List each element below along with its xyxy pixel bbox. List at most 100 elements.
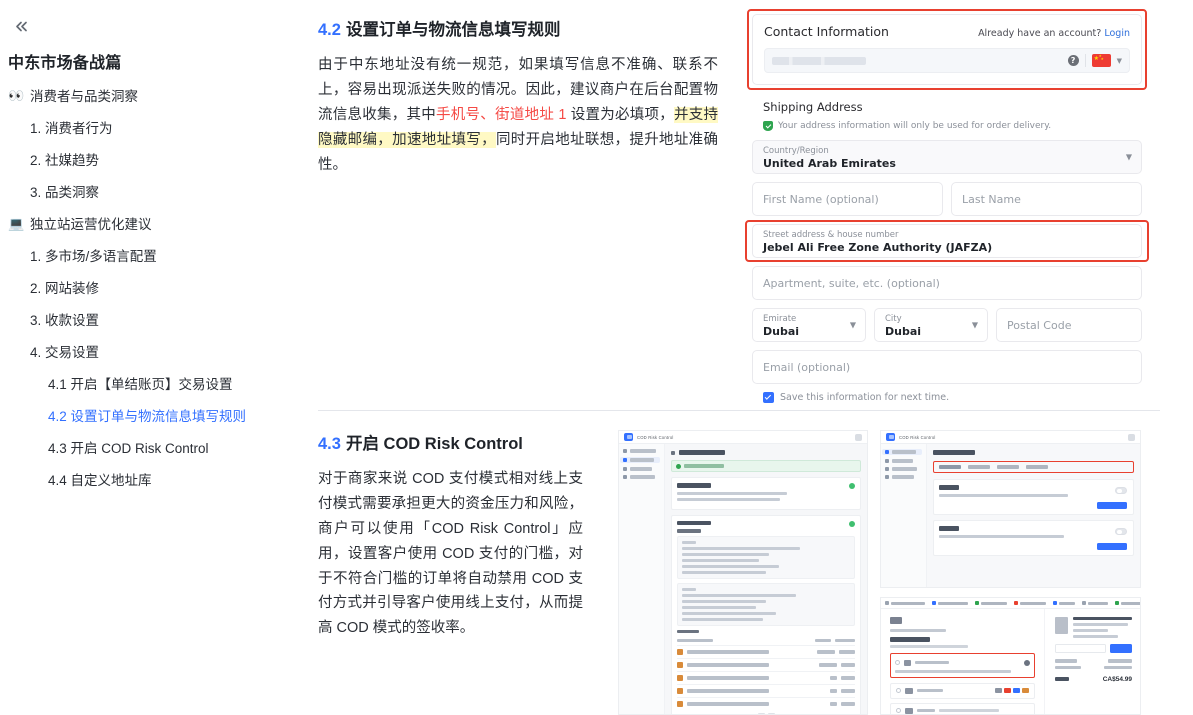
- subtotal-row: [1055, 659, 1132, 663]
- section-divider: [318, 410, 1160, 411]
- thumbnail-topbar: COD Risk Control: [881, 431, 1140, 444]
- email-input[interactable]: Email (optional): [752, 350, 1142, 384]
- thumbnail-main: [927, 444, 1140, 587]
- credit-card-option[interactable]: [890, 682, 1035, 699]
- app-name: COD Risk Control: [637, 434, 674, 440]
- table-row: [677, 671, 855, 684]
- sidebar-group-dtc-optimization[interactable]: 💻 独立站运营优化建议: [0, 207, 300, 239]
- bookmark: [1082, 601, 1108, 605]
- emirate-city-postal-row: Emirate Dubai ▼ City Dubai ▼ Postal Code: [752, 308, 1142, 342]
- sidebar-item-4-4[interactable]: 4.4 自定义地址库: [0, 463, 300, 495]
- sidebar-group-consumer-insights[interactable]: 👀 消费者与品类洞察: [0, 79, 300, 111]
- phone-input[interactable]: ? ★ ★ ★ ▼: [764, 48, 1130, 73]
- app-logo-icon: [886, 433, 895, 441]
- action-button[interactable]: [1097, 502, 1127, 509]
- status-banner: [671, 460, 861, 472]
- sidebar-item-multi-market[interactable]: 1. 多市场/多语言配置: [0, 239, 300, 271]
- sidebar-item-category-insights[interactable]: 3. 品类洞察: [0, 175, 300, 207]
- field-placeholder: Postal Code: [1007, 319, 1072, 332]
- sidebar-group-label: 独立站运营优化建议: [30, 217, 152, 232]
- sidebar-item-4-2[interactable]: 4.2 设置订单与物流信息填写规则: [0, 399, 300, 431]
- thumbnail-sidebar: [619, 444, 665, 714]
- field-placeholder: Email (optional): [763, 361, 851, 374]
- sidebar-item-4-1[interactable]: 4.1 开启【单结账页】交易设置: [0, 367, 300, 399]
- tab: [939, 465, 961, 469]
- payment-method-section: [881, 609, 1044, 714]
- field-label: Street address & house number: [763, 230, 899, 240]
- cod-option-row[interactable]: [895, 658, 1030, 668]
- toggle-switch[interactable]: [1115, 487, 1127, 494]
- field-placeholder: Apartment, suite, etc. (optional): [763, 277, 940, 290]
- redacted-phone-value: [772, 56, 866, 65]
- table-row: [677, 645, 855, 658]
- section-4-2: 4.2 设置订单与物流信息填写规则 由于中东地址没有统一规范，如果填写信息不准确、…: [318, 18, 719, 178]
- tab: [968, 465, 990, 469]
- thumbnail-cod-risk-control-dashboard[interactable]: COD Risk Control: [618, 430, 868, 715]
- privacy-note-text: Your address information will only be us…: [778, 121, 1052, 131]
- thumbnail-cod-rules-settings[interactable]: COD Risk Control: [880, 430, 1141, 588]
- list-item: [623, 475, 660, 479]
- last-name-input[interactable]: Last Name: [951, 182, 1142, 216]
- pagination: [677, 710, 855, 714]
- sidebar-item-transaction-setup[interactable]: 4. 交易设置: [0, 335, 300, 367]
- product-line-item: [1055, 617, 1132, 638]
- checkbox-checked-icon[interactable]: [763, 392, 774, 403]
- country-region-select[interactable]: Country/Region United Arab Emirates ▼: [752, 140, 1142, 174]
- coupon-row: [1055, 644, 1132, 653]
- list-item: [882, 449, 922, 455]
- laptop-emoji-icon: 💻: [8, 215, 25, 231]
- paragraph-required-fields: 手机号、街道地址 1: [436, 106, 567, 123]
- login-prompt: Already have an account? Login: [978, 28, 1130, 39]
- section-number: 4.2: [318, 21, 341, 39]
- china-flag-icon: ★ ★ ★: [1091, 54, 1111, 67]
- product-image: [1055, 617, 1068, 634]
- list-item: [623, 449, 660, 453]
- postal-code-input[interactable]: Postal Code: [996, 308, 1142, 342]
- sidebar-item-4-3[interactable]: 4.3 开启 COD Risk Control: [0, 431, 300, 463]
- tab: [1026, 465, 1048, 469]
- field-label: Country/Region: [763, 146, 829, 156]
- app-name: COD Risk Control: [899, 434, 936, 440]
- section-number: 4.3: [318, 435, 341, 453]
- toggle-switch[interactable]: [1115, 528, 1127, 535]
- save-info-checkbox-row[interactable]: Save this information for next time.: [763, 392, 1142, 403]
- sidebar-item-payment-setup[interactable]: 3. 收款设置: [0, 303, 300, 335]
- rule-card: [933, 520, 1134, 556]
- first-name-input[interactable]: First Name (optional): [752, 182, 943, 216]
- annotation-box-cod-option: [890, 652, 1035, 678]
- city-select[interactable]: City Dubai ▼: [874, 308, 988, 342]
- field-placeholder: Last Name: [962, 193, 1021, 206]
- thumbnail-storefront-payment[interactable]: CA$54.99: [880, 597, 1141, 715]
- list-item: [623, 467, 660, 471]
- thumbnail-main: [665, 444, 867, 714]
- order-total-label: [1055, 677, 1069, 681]
- divider: [1084, 54, 1086, 67]
- sidebar-item-site-design[interactable]: 2. 网站装修: [0, 271, 300, 303]
- apply-coupon-button[interactable]: [1110, 644, 1132, 653]
- emirate-select[interactable]: Emirate Dubai ▼: [752, 308, 866, 342]
- field-value: Dubai: [763, 325, 800, 338]
- action-button[interactable]: [1097, 543, 1127, 550]
- panel: [671, 514, 861, 714]
- table-row: [677, 684, 855, 697]
- store-logo: [890, 617, 902, 624]
- order-summary: CA$54.99: [1044, 609, 1140, 714]
- section-4-3: 4.3 开启 COD Risk Control 对于商家来说 COD 支付模式相对…: [318, 432, 583, 641]
- street-address-input[interactable]: Street address & house number Jebel Ali …: [752, 224, 1142, 258]
- login-link[interactable]: Login: [1104, 28, 1130, 39]
- coupon-input[interactable]: [1055, 644, 1106, 653]
- sidebar-item-social-trends[interactable]: 2. 社媒趋势: [0, 143, 300, 175]
- chevron-down-icon[interactable]: ▼: [1117, 57, 1122, 65]
- sidebar-item-consumer-behavior[interactable]: 1. 消费者行为: [0, 111, 300, 143]
- list-item: [620, 457, 660, 463]
- bookmark: [1014, 601, 1046, 605]
- apartment-input[interactable]: Apartment, suite, etc. (optional): [752, 266, 1142, 300]
- thumbnail-topbar: COD Risk Control: [619, 431, 867, 444]
- bookmark: [932, 601, 968, 605]
- chevron-double-left-icon[interactable]: [8, 14, 34, 38]
- section-4-2-paragraph: 由于中东地址没有统一规范，如果填写信息不准确、联系不上，容易出现派送失败的情况。…: [318, 53, 719, 178]
- paypal-option[interactable]: [890, 702, 1035, 714]
- question-circle-icon[interactable]: ?: [1067, 55, 1079, 66]
- annotation-box-tabs: [933, 461, 1134, 473]
- list-item: [885, 467, 922, 471]
